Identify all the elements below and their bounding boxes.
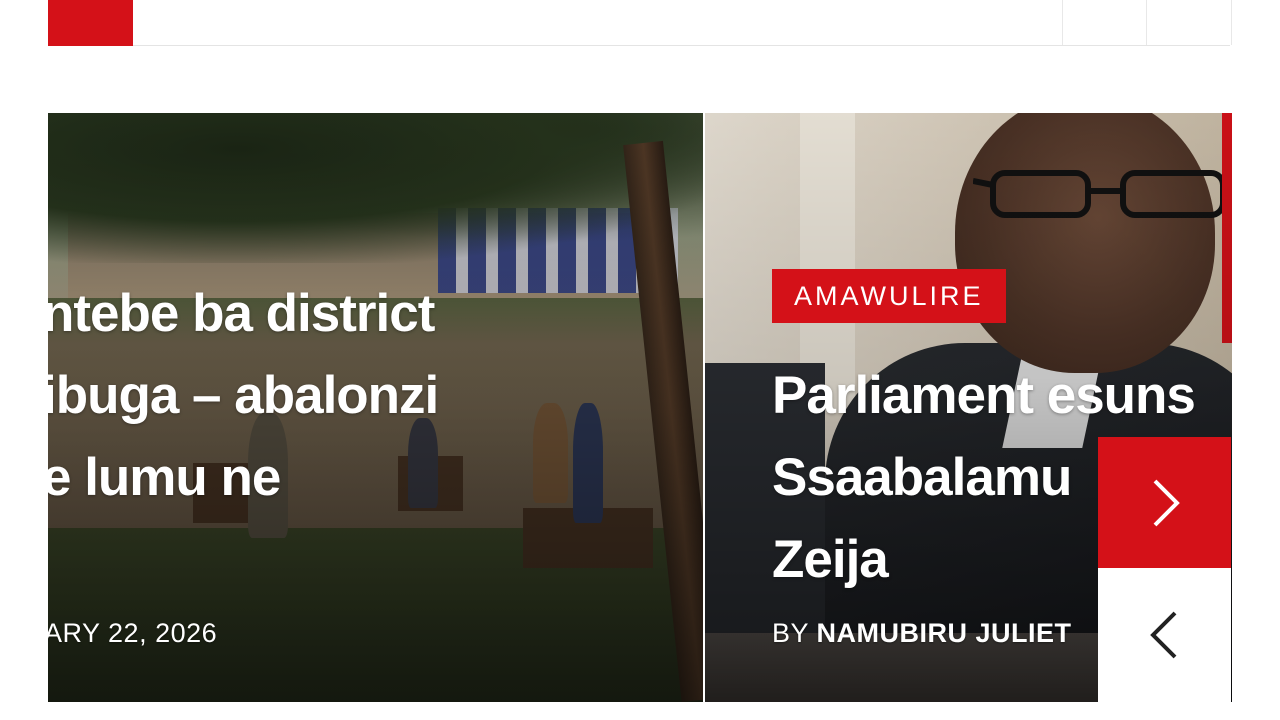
category-badge[interactable]: AMAWULIRE xyxy=(772,269,1006,323)
slider-next-button[interactable] xyxy=(1098,437,1231,568)
byline-author[interactable]: NAMUBIRU JULIET xyxy=(817,618,1072,648)
header-menu-button[interactable] xyxy=(1146,0,1232,45)
chevron-right-icon xyxy=(1153,479,1180,526)
featured-slider: ntebe ba district ibuga – abalonzi e lum… xyxy=(48,113,1232,702)
chevron-left-icon xyxy=(1149,611,1176,659)
headline-line: ibuga – abalonzi xyxy=(48,366,439,425)
byline-prefix: BY xyxy=(772,618,817,648)
site-logo[interactable] xyxy=(48,0,133,46)
headline-line: Parliament esuns xyxy=(772,366,1196,425)
slider-prev-button[interactable] xyxy=(1098,568,1231,702)
slide-byline: BY NAMUBIRU JULIET xyxy=(772,618,1072,649)
headline-line: e lumu ne xyxy=(48,448,281,507)
slide-headline[interactable]: ntebe ba district ibuga – abalonzi e lum… xyxy=(48,273,439,519)
headline-line: ntebe ba district xyxy=(48,284,435,343)
slide-date: ARY 22, 2026 xyxy=(48,618,218,648)
top-header-bar xyxy=(48,0,1232,46)
header-action-button[interactable] xyxy=(1062,0,1147,45)
page: ntebe ba district ibuga – abalonzi e lum… xyxy=(0,0,1280,720)
slide-card-election[interactable]: ntebe ba district ibuga – abalonzi e lum… xyxy=(48,113,703,702)
